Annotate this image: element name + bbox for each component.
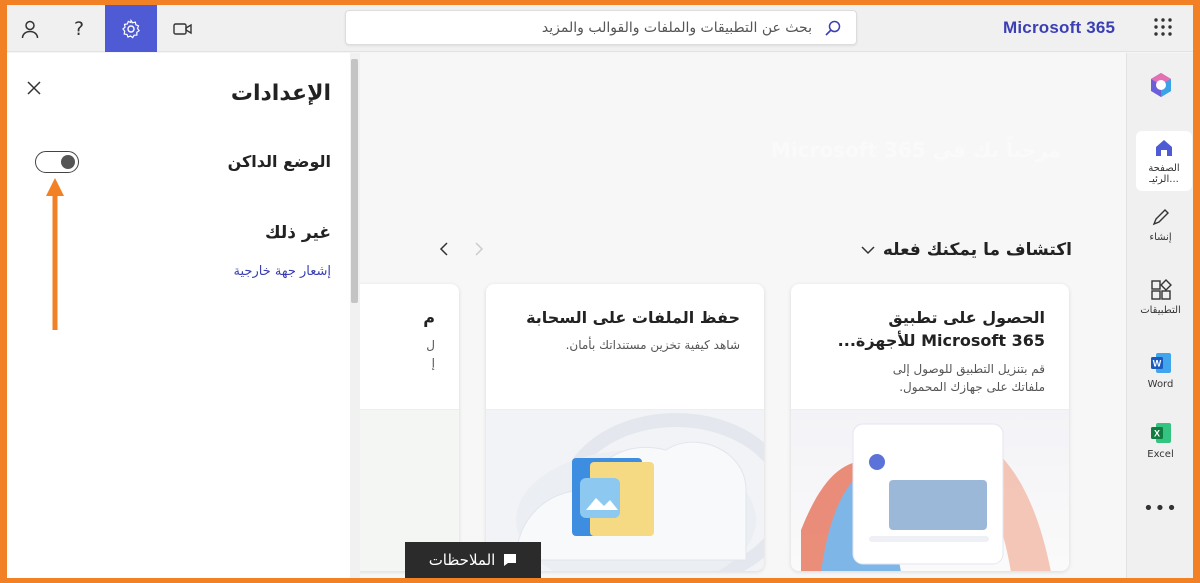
dark-mode-toggle[interactable] [35, 151, 79, 173]
settings-panel: الإعدادات الوضع الداكن غير ذلك إشعار جهة… [7, 53, 360, 578]
pen-icon [1152, 209, 1169, 226]
phone-illustration [791, 409, 1069, 571]
notes-label: الملاحظات [428, 551, 496, 569]
card-partial[interactable]: م ل إ [360, 284, 459, 571]
discover-section-header[interactable]: اكتشاف ما يمكنك فعله [861, 240, 1072, 260]
help-icon: ? [73, 17, 85, 40]
other-section-title: غير ذلك [265, 223, 331, 243]
rail-home-label: الصفحة الرئيـ... [1148, 163, 1180, 185]
third-party-notice-link[interactable]: إشعار جهة خارجية [234, 264, 331, 279]
account-button[interactable] [7, 5, 53, 52]
gear-icon [122, 18, 140, 38]
rail-apps-label: التطبيقات [1140, 305, 1181, 316]
apps-icon [1150, 279, 1172, 300]
brand-title[interactable]: Microsoft 365 [1003, 18, 1115, 38]
video-icon [173, 22, 192, 35]
card-save-to-cloud[interactable]: حفظ الملفات على السحابة شاهد كيفية تخزين… [486, 284, 764, 571]
microsoft-365-logo-icon [1150, 73, 1171, 97]
rail-excel[interactable]: X Excel [1127, 421, 1193, 460]
word-icon: W [1150, 353, 1171, 373]
rail-word-label: Word [1147, 379, 1174, 390]
rail-home[interactable]: الصفحة الرئيـ... [1136, 131, 1192, 191]
waffle-icon[interactable] [1153, 17, 1173, 37]
svg-text:W: W [1152, 359, 1161, 369]
account-icon [21, 20, 39, 38]
note-icon [504, 554, 517, 566]
home-icon [1156, 140, 1172, 156]
toggle-knob [61, 155, 75, 169]
card-description: قم بتنزيل التطبيق للوصول إلى ملفاتك على … [892, 362, 1045, 394]
card-get-mobile-app[interactable]: الحصول على تطبيق Microsoft 365 للأجهزة..… [791, 284, 1069, 571]
chevron-down-icon [861, 246, 875, 255]
card-title: الحصول على تطبيق Microsoft 365 للأجهزة..… [837, 308, 1045, 350]
chevron-right-icon[interactable] [473, 241, 485, 257]
discover-section-title: اكتشاف ما يمكنك فعله [882, 240, 1072, 260]
chevron-left-icon[interactable] [438, 241, 450, 257]
card-title: م [423, 308, 435, 327]
settings-button[interactable] [105, 5, 157, 52]
excel-icon: X [1150, 423, 1171, 443]
search-icon[interactable] [824, 19, 842, 37]
rail-apps[interactable]: التطبيقات [1127, 279, 1193, 316]
search-placeholder: بحث عن التطبيقات والملفات والقوالب والمز… [541, 20, 812, 36]
help-button[interactable]: ? [56, 5, 102, 52]
card-description: ل إ [426, 338, 435, 370]
annotation-arrow-icon [46, 178, 64, 330]
rail-create[interactable]: إنشاء [1127, 206, 1193, 243]
hero-greeting: مرحباً بك في Microsoft 365 [770, 138, 1061, 162]
card-title: حفظ الملفات على السحابة [526, 308, 740, 327]
card-description: شاهد كيفية تخزين مستنداتك بأمان. [565, 338, 740, 352]
rail-create-label: إنشاء [1149, 232, 1172, 243]
rail-word[interactable]: W Word [1127, 351, 1193, 390]
scrollbar-thumb[interactable] [351, 59, 358, 303]
rail-excel-label: Excel [1147, 449, 1174, 460]
dark-mode-label: الوضع الداكن [227, 152, 331, 171]
app-window: ? بحث عن التطبيقات والملفات والقوالب وال… [7, 5, 1193, 578]
svg-text:X: X [1153, 429, 1159, 439]
top-bar: ? بحث عن التطبيقات والملفات والقوالب وال… [7, 5, 1193, 52]
settings-title: الإعدادات [230, 81, 331, 106]
panel-scrollbar[interactable] [350, 53, 360, 578]
more-apps-icon[interactable]: ••• [1127, 498, 1193, 519]
close-icon[interactable] [26, 80, 42, 96]
video-button[interactable] [160, 5, 206, 52]
app-rail: الصفحة الرئيـ... إنشاء التطبيقات W Word … [1126, 53, 1193, 578]
m365-logo[interactable] [1127, 71, 1193, 103]
main-content: مرحباً بك في Microsoft 365 اكتشاف ما يمك… [360, 53, 1126, 578]
notes-button[interactable]: الملاحظات [405, 542, 541, 578]
search-box[interactable]: بحث عن التطبيقات والملفات والقوالب والمز… [345, 10, 857, 45]
